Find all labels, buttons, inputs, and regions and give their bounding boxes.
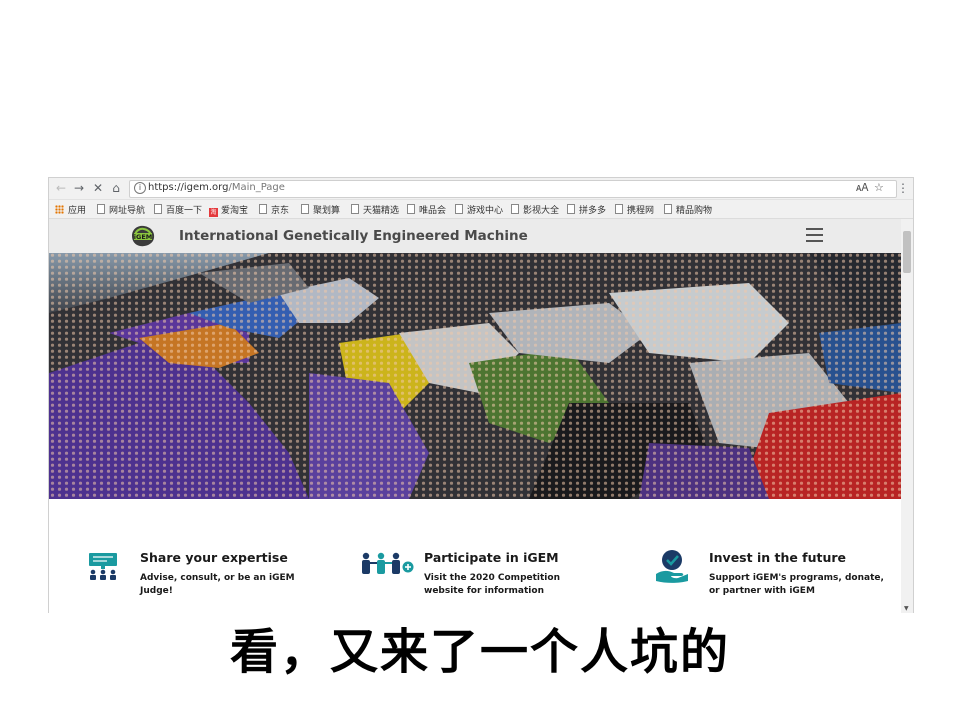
menu-dots-icon[interactable]: ⋮ (895, 180, 911, 196)
bookmark-item[interactable]: 淘爱淘宝 (209, 203, 248, 217)
bookmark-item[interactable]: 影视大全 (511, 203, 559, 216)
people-icon (362, 552, 414, 574)
bookmark-item[interactable]: 携程网 (615, 203, 654, 216)
bookmark-item[interactable]: 精品购物 (664, 203, 712, 216)
feature-description: Visit the 2020 Competition website for i… (424, 573, 560, 596)
url-text: https://igem.org/Main_Page (148, 182, 285, 193)
info-icon[interactable]: i (134, 182, 146, 194)
page-icon (567, 204, 575, 214)
igem-logo[interactable]: iGEM (129, 224, 157, 248)
bookmark-item[interactable]: 游戏中心 (455, 203, 503, 216)
star-icon[interactable]: ☆ (874, 181, 884, 194)
url-input[interactable]: i https://igem.org/Main_Page 🗚 ☆ (129, 180, 897, 198)
hero-crowd-photo (49, 253, 901, 499)
address-bar: ← → ✕ ⌂ i https://igem.org/Main_Page 🗚 ☆… (49, 178, 913, 200)
page-icon (259, 204, 267, 214)
hamburger-menu-icon[interactable] (806, 228, 823, 242)
bookmark-item[interactable]: 聚划算 (301, 203, 340, 216)
page-icon (97, 204, 105, 214)
bookmark-item[interactable]: 唯品会 (407, 203, 446, 216)
hand-heart-icon (656, 550, 688, 583)
feature-description: Advise, consult, or be an iGEM Judge! (140, 573, 295, 596)
back-icon[interactable]: ← (53, 180, 69, 196)
presentation-icon (89, 553, 117, 580)
browser-window: ← → ✕ ⌂ i https://igem.org/Main_Page 🗚 ☆… (48, 177, 914, 613)
bookmark-item[interactable]: 京东 (259, 203, 289, 216)
stop-icon[interactable]: ✕ (90, 180, 106, 196)
taobao-icon: 淘 (209, 208, 218, 217)
bookmark-apps[interactable]: 应用 (55, 203, 86, 216)
page-icon (154, 204, 162, 214)
apps-icon (55, 205, 64, 214)
bookmark-item[interactable]: 天猫精选 (351, 203, 399, 216)
bookmark-item[interactable]: 网址导航 (97, 203, 145, 216)
forward-icon[interactable]: → (71, 180, 87, 196)
site-title[interactable]: International Genetically Engineered Mac… (179, 228, 528, 244)
page-icon (351, 204, 359, 214)
bookmark-item[interactable]: 百度一下 (154, 203, 202, 216)
bookmark-item[interactable]: 拼多多 (567, 203, 606, 216)
svg-text:iGEM: iGEM (134, 233, 152, 241)
page-icon (455, 204, 463, 214)
feature-title[interactable]: Share your expertise (140, 550, 288, 565)
page-icon (664, 204, 672, 214)
feature-title[interactable]: Invest in the future (709, 550, 846, 565)
meme-caption: 看，又来了一个人坑的 (229, 624, 730, 680)
scroll-thumb[interactable] (903, 231, 911, 273)
scroll-down-arrow-icon[interactable]: ▼ (904, 605, 909, 612)
page-icon (301, 204, 309, 214)
page-icon (615, 204, 623, 214)
page-icon (407, 204, 415, 214)
bookmarks-bar: 应用 网址导航 百度一下 淘爱淘宝 京东 聚划算 天猫精选 唯品会 游戏中心 影… (49, 200, 913, 219)
page-scrollbar[interactable]: ▼ (901, 219, 913, 613)
translate-icon[interactable]: 🗚 (856, 181, 868, 195)
home-icon[interactable]: ⌂ (108, 180, 124, 196)
page-icon (511, 204, 519, 214)
site-header: iGEM International Genetically Engineere… (49, 219, 901, 253)
feature-title[interactable]: Participate in iGEM (424, 550, 559, 565)
feature-description: Support iGEM's programs, donate, or part… (709, 573, 884, 596)
